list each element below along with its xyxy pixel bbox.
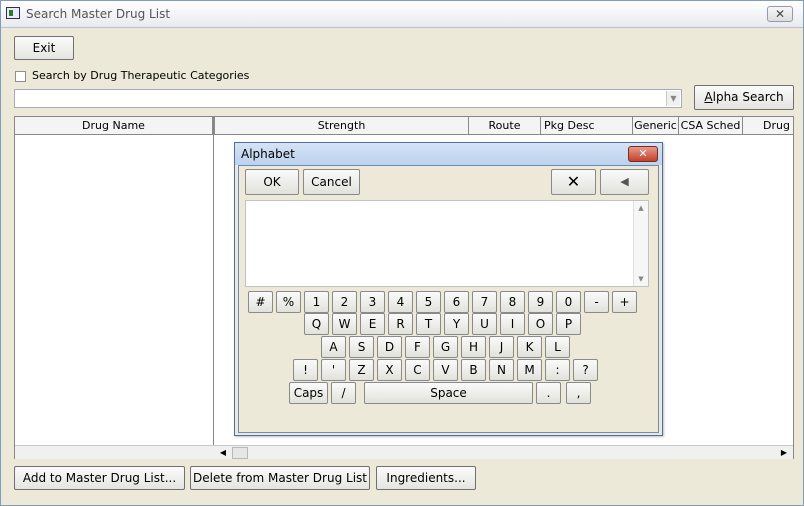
alphabet-text-area[interactable]: ▲ ▼ (245, 200, 649, 287)
key-2-5[interactable]: H (461, 336, 486, 358)
key-2-3[interactable]: F (405, 336, 430, 358)
key-3-8[interactable]: M (517, 359, 542, 381)
key-3-0[interactable]: ! (293, 359, 318, 381)
col-generic[interactable]: Generic (633, 117, 679, 134)
key-4-3[interactable]: . (536, 382, 561, 404)
window-title: Search Master Drug List (26, 7, 171, 21)
key-0-8[interactable]: 7 (472, 291, 497, 313)
clear-icon[interactable]: ✕ (551, 169, 596, 195)
col-csa-sched[interactable]: CSA Sched (679, 117, 743, 134)
alphabet-dialog-title: Alphabet (241, 147, 295, 161)
key-4-0[interactable]: Caps (289, 382, 328, 404)
app-icon (6, 7, 20, 19)
key-1-7[interactable]: I (500, 313, 525, 335)
header-splitter (213, 117, 215, 135)
key-2-6[interactable]: J (489, 336, 514, 358)
key-0-12[interactable]: - (584, 291, 609, 313)
key-3-9[interactable]: : (545, 359, 570, 381)
ok-button[interactable]: OK (245, 169, 299, 195)
key-2-1[interactable]: S (349, 336, 374, 358)
alpha-search-label: Alpha Search (704, 90, 784, 104)
key-2-2[interactable]: D (377, 336, 402, 358)
backspace-icon[interactable]: ◀ (600, 169, 649, 195)
key-3-2[interactable]: Z (349, 359, 374, 381)
exit-button[interactable]: Exit (14, 36, 74, 60)
therapeutic-categories-label: Search by Drug Therapeutic Categories (32, 69, 250, 82)
title-bar: Search Master Drug List ✕ (1, 1, 803, 28)
key-4-2[interactable]: Space (364, 382, 533, 404)
ingredients-button[interactable]: Ingredients... (376, 466, 476, 490)
key-2-7[interactable]: K (517, 336, 542, 358)
key-1-3[interactable]: R (388, 313, 413, 335)
add-to-master-button[interactable]: Add to Master Drug List... (14, 466, 185, 490)
key-1-0[interactable]: Q (304, 313, 329, 335)
key-0-13[interactable]: + (612, 291, 637, 313)
key-0-0[interactable]: # (248, 291, 273, 313)
key-1-6[interactable]: U (472, 313, 497, 335)
key-0-3[interactable]: 2 (332, 291, 357, 313)
key-4-1[interactable]: / (331, 382, 356, 404)
key-1-5[interactable]: Y (444, 313, 469, 335)
col-strength[interactable]: Strength (215, 117, 469, 134)
key-1-8[interactable]: O (528, 313, 553, 335)
key-3-6[interactable]: B (461, 359, 486, 381)
key-0-2[interactable]: 1 (304, 291, 329, 313)
search-master-drug-list-window: Search Master Drug List ✕ Exit Search by… (0, 0, 804, 506)
text-vertical-scrollbar[interactable]: ▲ ▼ (633, 201, 648, 286)
key-3-5[interactable]: V (433, 359, 458, 381)
col-drug-id[interactable]: Drug I (743, 117, 793, 134)
key-1-2[interactable]: E (360, 313, 385, 335)
scroll-thumb[interactable] (232, 447, 248, 459)
cancel-button[interactable]: Cancel (303, 169, 360, 195)
key-2-0[interactable]: A (321, 336, 346, 358)
key-3-10[interactable]: ? (573, 359, 598, 381)
key-0-5[interactable]: 4 (388, 291, 413, 313)
key-3-4[interactable]: C (405, 359, 430, 381)
window-close-button[interactable]: ✕ (767, 6, 793, 22)
key-0-10[interactable]: 9 (528, 291, 553, 313)
col-drug-name[interactable]: Drug Name (15, 117, 213, 134)
alphabet-dialog: Alphabet ✕ OK Cancel ✕ ◀ ▲ ▼ #% 1 2 3 4 5 6 7 8 9… (234, 142, 663, 436)
key-4-4[interactable]: , (566, 382, 591, 404)
key-0-1[interactable]: % (276, 291, 301, 313)
key-2-4[interactable]: G (433, 336, 458, 358)
key-0-4[interactable]: 3 (360, 291, 385, 313)
dropdown-arrow-icon[interactable]: ▼ (666, 91, 680, 106)
therapeutic-categories-checkbox[interactable] (15, 71, 26, 82)
scroll-right-icon[interactable]: ▶ (777, 447, 791, 459)
key-0-7[interactable]: 6 (444, 291, 469, 313)
horizontal-scrollbar[interactable]: ◀ ▶ (15, 445, 793, 459)
key-3-1[interactable]: ' (321, 359, 346, 381)
key-3-3[interactable]: X (377, 359, 402, 381)
key-0-6[interactable]: 5 (416, 291, 441, 313)
key-0-11[interactable]: 0 (556, 291, 581, 313)
scroll-up-icon[interactable]: ▲ (634, 202, 648, 214)
alpha-search-button[interactable]: Alpha Search (694, 85, 794, 110)
dialog-close-button[interactable]: ✕ (628, 146, 658, 162)
alphabet-keyboard-panel: OK Cancel ✕ ◀ ▲ ▼ #% 1 2 3 4 5 6 7 8 9 0- + Q W E R T Y U I… (238, 165, 659, 433)
key-1-1[interactable]: W (332, 313, 357, 335)
key-2-8[interactable]: L (545, 336, 570, 358)
key-3-7[interactable]: N (489, 359, 514, 381)
pane-divider (213, 135, 214, 445)
grid-header: Drug Name Strength Route Pkg Desc Generi… (15, 117, 793, 135)
key-0-9[interactable]: 8 (500, 291, 525, 313)
scroll-down-icon[interactable]: ▼ (634, 273, 648, 285)
alphabet-dialog-titlebar: Alphabet ✕ (235, 143, 662, 165)
scroll-left-icon[interactable]: ◀ (216, 447, 230, 459)
drug-search-combo[interactable]: ▼ (14, 89, 682, 108)
delete-from-master-button[interactable]: Delete from Master Drug List (190, 466, 370, 490)
key-1-4[interactable]: T (416, 313, 441, 335)
key-1-9[interactable]: P (556, 313, 581, 335)
col-pkg-desc[interactable]: Pkg Desc (541, 117, 633, 134)
col-route[interactable]: Route (469, 117, 541, 134)
